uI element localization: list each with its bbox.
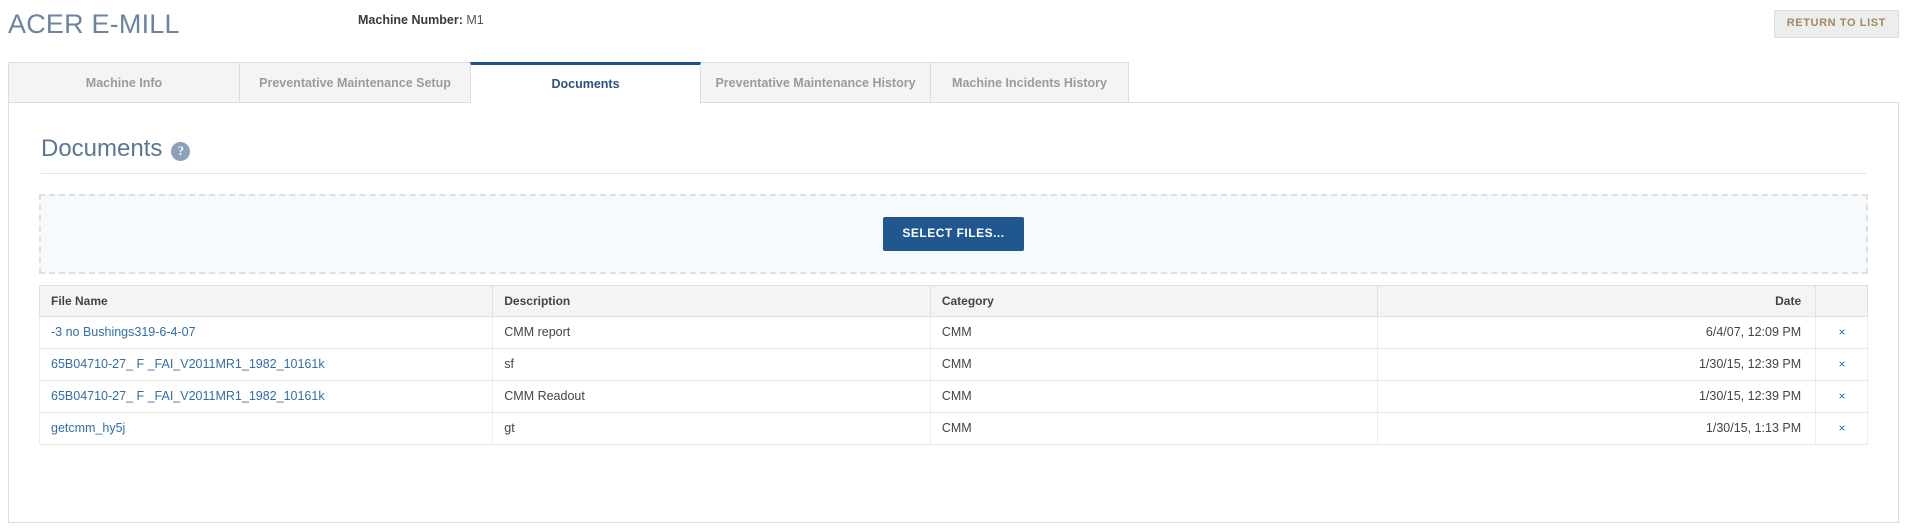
column-header-description[interactable]: Description: [492, 285, 931, 317]
tab-bar: Machine Info Preventative Maintenance Se…: [0, 61, 1907, 104]
brand-title: ACER E-MILL: [8, 9, 180, 39]
cell-file-name: 65B04710-27_ F _FAI_V2011MR1_1982_10161k: [38, 380, 493, 413]
table-header-row: File Name Description Category Date: [38, 285, 1868, 317]
machine-number-value: M1: [466, 13, 484, 27]
cell-date: 6/4/07, 12:09 PM: [1377, 316, 1816, 349]
machine-number: Machine Number: M1: [358, 12, 484, 28]
cell-date: 1/30/15, 12:39 PM: [1377, 380, 1816, 413]
table-header: File Name Description Category Date: [38, 285, 1868, 317]
tab-machine-incidents-history[interactable]: Machine Incidents History: [930, 62, 1129, 103]
tab-machine-info[interactable]: Machine Info: [8, 62, 240, 103]
tab-preventative-maintenance-history[interactable]: Preventative Maintenance History: [700, 62, 931, 103]
remove-icon[interactable]: ×: [1839, 390, 1846, 402]
file-link[interactable]: -3 no Bushings319-6-4-07: [51, 325, 196, 339]
cell-description: sf: [492, 348, 931, 381]
file-link[interactable]: 65B04710-27_ F _FAI_V2011MR1_1982_10161k: [51, 389, 325, 403]
cell-action: ×: [1815, 380, 1868, 413]
column-header-date[interactable]: Date: [1377, 285, 1817, 317]
file-link[interactable]: 65B04710-27_ F _FAI_V2011MR1_1982_10161k: [51, 357, 325, 371]
cell-action: ×: [1815, 316, 1868, 349]
documents-table: File Name Description Category Date -3 n…: [38, 285, 1868, 445]
page-title: Documents: [41, 135, 163, 162]
cell-file-name: getcmm_hy5j: [38, 412, 493, 445]
table-row: 65B04710-27_ F _FAI_V2011MR1_1982_10161k…: [38, 348, 1868, 381]
return-to-list-button[interactable]: RETURN TO LIST: [1773, 10, 1899, 38]
cell-file-name: -3 no Bushings319-6-4-07: [38, 316, 493, 349]
machine-number-label: Machine Number:: [358, 13, 463, 27]
table-row: -3 no Bushings319-6-4-07 CMM report CMM …: [38, 316, 1868, 349]
tab-documents[interactable]: Documents: [470, 62, 701, 104]
file-link[interactable]: getcmm_hy5j: [51, 421, 125, 435]
help-icon[interactable]: ?: [171, 141, 191, 161]
cell-file-name: 65B04710-27_ F _FAI_V2011MR1_1982_10161k: [38, 348, 493, 381]
column-header-file-name[interactable]: File Name: [38, 285, 494, 317]
column-header-category[interactable]: Category: [930, 285, 1379, 317]
cell-description: gt: [492, 412, 931, 445]
table-row: 65B04710-27_ F _FAI_V2011MR1_1982_10161k…: [38, 380, 1868, 413]
cell-action: ×: [1815, 412, 1868, 445]
page-header: ACER E-MILL Machine Number: M1 RETURN TO…: [0, 0, 1907, 48]
cell-category: CMM: [929, 348, 1378, 381]
select-files-button[interactable]: SELECT FILES...: [883, 217, 1024, 251]
cell-action: ×: [1815, 348, 1868, 381]
cell-description: CMM report: [492, 316, 931, 349]
remove-icon[interactable]: ×: [1839, 358, 1846, 370]
documents-panel: Documents ? SELECT FILES... File Name De…: [8, 103, 1899, 523]
section-header: Documents ?: [41, 103, 1866, 174]
cell-category: CMM: [929, 316, 1378, 349]
cell-date: 1/30/15, 1:13 PM: [1377, 412, 1816, 445]
cell-category: CMM: [929, 412, 1378, 445]
column-header-action: [1815, 285, 1868, 317]
table-row: getcmm_hy5j gt CMM 1/30/15, 1:13 PM ×: [38, 412, 1868, 445]
tab-preventative-maintenance-setup[interactable]: Preventative Maintenance Setup: [239, 62, 471, 103]
cell-description: CMM Readout: [492, 380, 931, 413]
cell-date: 1/30/15, 12:39 PM: [1377, 348, 1816, 381]
remove-icon[interactable]: ×: [1839, 422, 1846, 434]
cell-category: CMM: [929, 380, 1378, 413]
file-dropzone[interactable]: SELECT FILES...: [39, 194, 1868, 274]
table-body: -3 no Bushings319-6-4-07 CMM report CMM …: [38, 316, 1868, 445]
remove-icon[interactable]: ×: [1839, 326, 1846, 338]
